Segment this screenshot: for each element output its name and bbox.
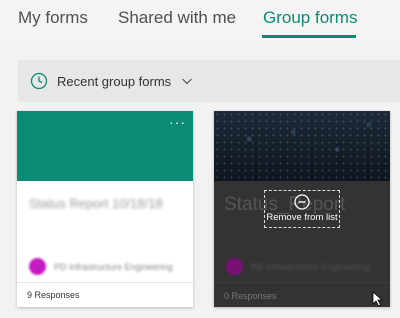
tab-group-forms[interactable]: Group forms: [263, 8, 357, 28]
avatar: [29, 258, 46, 275]
card-title: Status Report 10/18/18: [29, 196, 163, 211]
tab-shared-with-me[interactable]: Shared with me: [118, 8, 236, 28]
more-options-icon[interactable]: ···: [169, 114, 186, 130]
filter-bar[interactable]: Recent group forms: [18, 60, 400, 102]
owner-name: PD Infrastructure Engineering: [251, 261, 370, 272]
remove-from-list-label: Remove from list: [266, 212, 338, 223]
owner-row: PD Infrastructure Engineering: [29, 258, 173, 275]
card-divider: [214, 282, 390, 283]
tab-my-forms[interactable]: My forms: [18, 8, 88, 28]
filter-label: Recent group forms: [57, 73, 172, 89]
owner-row: PD Infrastructure Engineering: [226, 258, 370, 275]
remove-circle-icon: [294, 194, 310, 210]
card-header: ···: [17, 111, 193, 181]
avatar: [226, 258, 243, 275]
response-count: 9 Responses: [27, 290, 80, 300]
mouse-cursor-icon: [372, 291, 384, 307]
remove-from-list-button[interactable]: Remove from list: [264, 190, 340, 228]
chevron-down-icon[interactable]: [181, 75, 193, 87]
card-header-image: [214, 111, 390, 181]
card-divider: [17, 282, 193, 283]
form-card[interactable]: ··· Status Report 10/18/18 PD Infrastruc…: [17, 111, 193, 307]
active-tab-indicator: [262, 35, 356, 38]
form-card-hover[interactable]: Status_Report PD Infrastructure Engineer…: [214, 111, 390, 307]
clock-icon: [30, 72, 48, 90]
response-count: 0 Responses: [224, 291, 277, 301]
tab-bar: My forms Shared with me Group forms: [0, 0, 400, 46]
owner-name: PD Infrastructure Engineering: [54, 261, 173, 272]
